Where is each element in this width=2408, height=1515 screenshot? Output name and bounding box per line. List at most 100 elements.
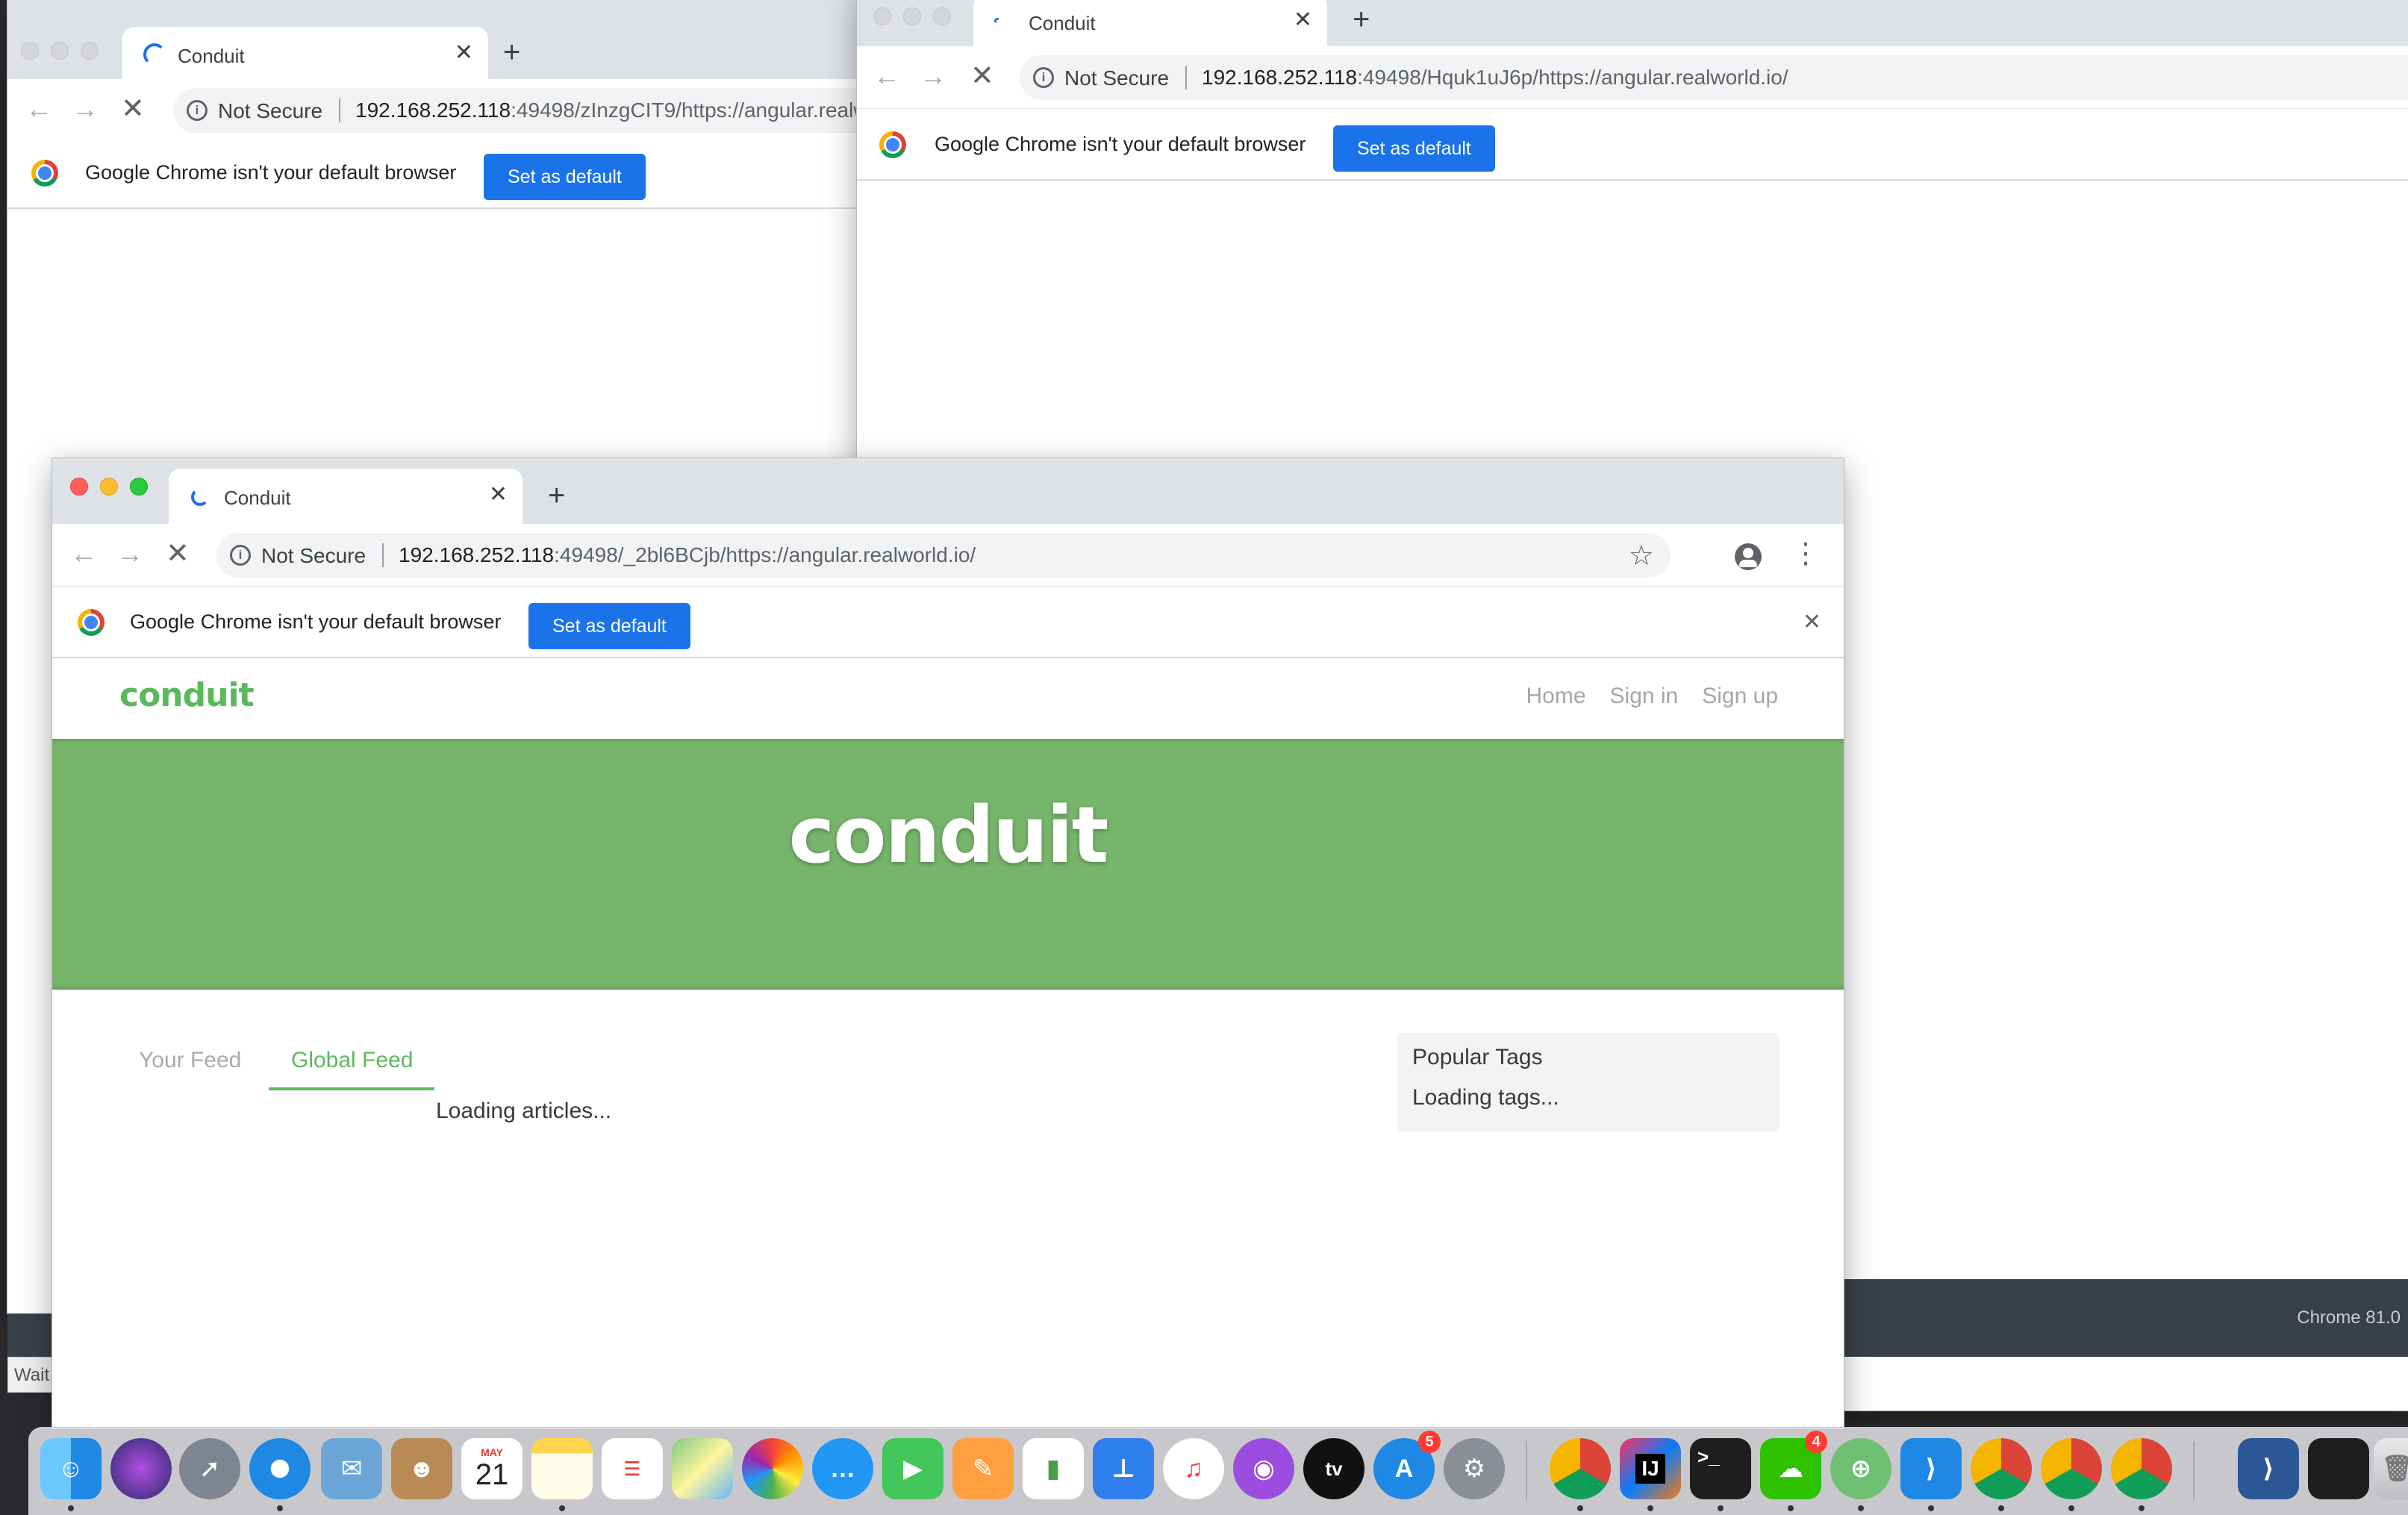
launchpad-rocket-icon[interactable]: ➚ — [179, 1438, 240, 1499]
info-icon[interactable]: i — [230, 545, 251, 566]
browser-toolbar: ← → ✕ i Not Secure 192.168.252.118:49498… — [7, 79, 866, 142]
profile-avatar-icon[interactable] — [1735, 543, 1762, 570]
wechat-badge: 4 — [1805, 1431, 1827, 1453]
trash-icon[interactable]: 🗑 — [2374, 1438, 2408, 1499]
intellij-label: IJ — [1635, 1454, 1665, 1484]
notes-icon[interactable] — [531, 1438, 593, 1499]
vscode-window-thumbnail-icon[interactable]: ⟩ — [2238, 1438, 2299, 1499]
stop-loading-icon[interactable]: ✕ — [121, 94, 145, 124]
back-arrow-icon[interactable]: ← — [25, 94, 52, 124]
tab-close-icon[interactable]: ✕ — [489, 482, 508, 507]
set-as-default-button[interactable]: Set as default — [1333, 125, 1495, 172]
url-host: 192.168.252.118 — [399, 543, 555, 566]
maps-icon[interactable] — [672, 1438, 733, 1499]
default-browser-infobar: Google Chrome isn't your default browser… — [52, 587, 1844, 658]
running-indicator — [1647, 1505, 1653, 1511]
terminal-icon[interactable]: >_ — [1690, 1438, 1751, 1499]
zoom-window-button[interactable] — [933, 7, 951, 25]
site-brand-link[interactable]: conduit — [119, 676, 255, 714]
dock-separator — [2193, 1441, 2195, 1501]
back-arrow-icon[interactable]: ← — [873, 61, 900, 91]
right-window-status-bar: Chrome 81.0 — [1842, 1279, 2408, 1357]
url-text[interactable]: 192.168.252.118:49498/_2bl6BCjb/https://… — [399, 543, 976, 567]
bookmark-star-icon[interactable]: ☆ — [1629, 539, 1654, 572]
url-text[interactable]: 192.168.252.118:49498/zInzgCIT9/https://… — [355, 99, 866, 122]
not-secure-label: Not Secure — [261, 544, 366, 567]
new-tab-button[interactable]: + — [1353, 4, 1370, 34]
new-tab-button[interactable]: + — [503, 37, 520, 67]
back-arrow-icon[interactable]: ← — [70, 539, 97, 569]
numbers-chart-icon[interactable]: ▮ — [1023, 1438, 1084, 1499]
chrome-canary-icon[interactable] — [1971, 1438, 2032, 1499]
tab-conduit[interactable]: Conduit ✕ — [169, 469, 523, 524]
keynote-podium-icon[interactable]: ⊥ — [1093, 1438, 1154, 1499]
set-as-default-button[interactable]: Set as default — [528, 603, 690, 649]
tab-conduit[interactable]: Conduit ✕ — [973, 0, 1327, 46]
tab-your-feed[interactable]: Your Feed — [139, 1048, 241, 1073]
tab-conduit[interactable]: Conduit ✕ — [122, 27, 488, 79]
siri-icon[interactable] — [110, 1438, 172, 1499]
stop-loading-icon[interactable]: ✕ — [166, 539, 190, 569]
photos-flower-icon[interactable] — [742, 1438, 803, 1499]
tab-title: Conduit — [224, 487, 291, 509]
preview-icon[interactable]: ✉ — [321, 1438, 382, 1499]
infobar-close-icon[interactable]: ✕ — [1803, 609, 1821, 635]
pages-pen-icon[interactable]: ✎ — [952, 1438, 1014, 1499]
address-bar[interactable]: i Not Secure 192.168.252.118:49498/Hquk1… — [1020, 55, 2408, 100]
forward-arrow-icon[interactable]: → — [72, 94, 99, 124]
address-separator — [382, 543, 384, 567]
vpn-lock-icon[interactable]: ⊕ — [1830, 1438, 1891, 1499]
active-tab-underline — [269, 1087, 434, 1090]
system-preferences-gear-icon[interactable]: ⚙ — [1444, 1438, 1505, 1499]
info-icon[interactable]: i — [187, 100, 208, 121]
music-note-icon[interactable]: ♫ — [1163, 1438, 1224, 1499]
intellij-icon[interactable]: IJ — [1620, 1438, 1681, 1499]
messages-bubble-icon[interactable]: … — [812, 1438, 873, 1499]
apple-tv-icon[interactable]: tv — [1303, 1438, 1364, 1499]
url-text[interactable]: 192.168.252.118:49498/Hquk1uJ6p/https://… — [1202, 66, 1788, 90]
app-store-badge: 5 — [1418, 1431, 1441, 1453]
tab-strip: Conduit ✕ + — [52, 458, 1844, 524]
minimize-window-button[interactable] — [100, 478, 118, 496]
stop-loading-icon[interactable]: ✕ — [970, 61, 994, 91]
close-window-button[interactable] — [21, 42, 39, 60]
tab-close-icon[interactable]: ✕ — [455, 40, 473, 66]
minimize-window-button[interactable] — [51, 42, 69, 60]
minimize-window-button[interactable] — [903, 7, 921, 25]
vscode-icon[interactable]: ⟩ — [1900, 1438, 1962, 1499]
facetime-camera-icon[interactable]: ▶ — [882, 1438, 943, 1499]
address-bar[interactable]: i Not Secure 192.168.252.118:49498/zInzg… — [173, 88, 866, 133]
new-tab-button[interactable]: + — [548, 481, 565, 510]
close-window-button[interactable] — [70, 478, 88, 496]
zoom-window-button[interactable] — [81, 42, 99, 60]
reminders-list-icon[interactable]: ☰ — [602, 1438, 663, 1499]
chrome-icon[interactable] — [1550, 1438, 1611, 1499]
chrome-instance-icon[interactable] — [2111, 1438, 2172, 1499]
loading-spinner-icon — [994, 18, 1000, 24]
contacts-book-icon[interactable]: ☻ — [391, 1438, 452, 1499]
running-indicator — [2139, 1505, 2145, 1511]
chrome-menu-icon[interactable]: ⋮ — [1791, 537, 1820, 570]
window-controls — [21, 42, 99, 60]
nav-home-link[interactable]: Home — [1526, 684, 1585, 709]
zoom-window-button[interactable] — [130, 478, 148, 496]
nav-sign-up-link[interactable]: Sign up — [1702, 684, 1778, 709]
tab-global-feed[interactable]: Global Feed — [291, 1048, 413, 1073]
address-bar[interactable]: i Not Secure 192.168.252.118:49498/_2bl6… — [216, 533, 1671, 578]
terminal-window-thumbnail-icon[interactable] — [2308, 1438, 2369, 1499]
tab-close-icon[interactable]: ✕ — [1294, 7, 1312, 33]
hero-banner: conduit — [52, 739, 1844, 990]
safari-compass-icon[interactable] — [249, 1438, 311, 1499]
forward-arrow-icon[interactable]: → — [920, 61, 946, 91]
browser-window-front[interactable]: Conduit ✕ + ← → ✕ i Not Secure 192.168.2… — [52, 458, 1844, 1428]
chrome-instance-icon[interactable] — [2041, 1438, 2102, 1499]
url-host: 192.168.252.118 — [1202, 66, 1358, 89]
finder-icon[interactable]: ☺ — [40, 1438, 102, 1499]
close-window-button[interactable] — [873, 7, 891, 25]
calendar-icon[interactable]: MAY 21 — [461, 1438, 523, 1499]
forward-arrow-icon[interactable]: → — [116, 539, 143, 569]
set-as-default-button[interactable]: Set as default — [484, 154, 646, 200]
nav-sign-in-link[interactable]: Sign in — [1610, 684, 1679, 709]
info-icon[interactable]: i — [1033, 67, 1054, 88]
podcasts-icon[interactable]: ◉ — [1233, 1438, 1294, 1499]
